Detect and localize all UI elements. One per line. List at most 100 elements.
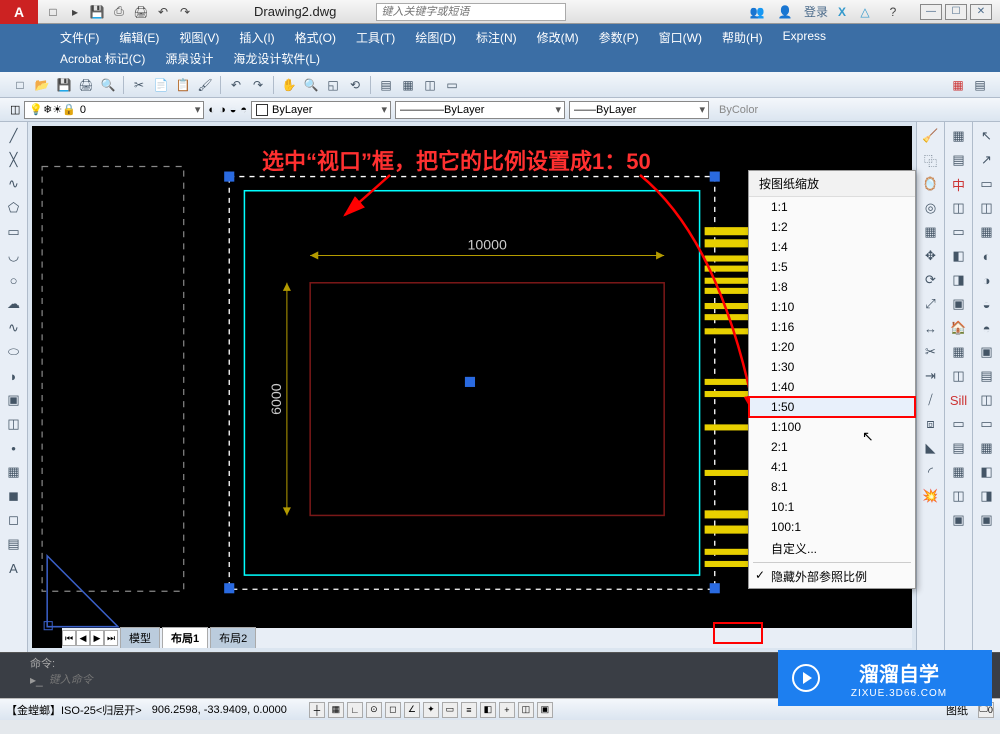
tab-nav-last[interactable]: ⏭ xyxy=(104,630,118,646)
scale-1-2[interactable]: 1:2 xyxy=(749,217,915,237)
scale-1-16[interactable]: 1:16 xyxy=(749,317,915,337)
c1-12[interactable]: Sill xyxy=(948,390,970,410)
mod-stretch[interactable]: ↔ xyxy=(920,318,942,338)
c2-7[interactable]: ◑ xyxy=(976,270,998,290)
mod-copy[interactable]: ⿻ xyxy=(920,150,942,170)
tool-table[interactable]: ▤ xyxy=(3,534,25,554)
c1-13[interactable]: ▭ xyxy=(948,414,970,434)
scale-1-30[interactable]: 1:30 xyxy=(749,357,915,377)
tb-new[interactable]: □ xyxy=(10,75,30,95)
tb-print[interactable]: 🖨 xyxy=(76,75,96,95)
mod-fillet[interactable]: ◜ xyxy=(920,462,942,482)
scale-1-10[interactable]: 1:10 xyxy=(749,297,915,317)
mod-break[interactable]: ⧸ xyxy=(920,390,942,410)
scale-1-40[interactable]: 1:40 xyxy=(749,377,915,397)
a360-icon[interactable]: △ xyxy=(856,3,874,21)
ducs-toggle[interactable]: ✦ xyxy=(423,702,439,718)
sc-toggle[interactable]: ◫ xyxy=(518,702,534,718)
tab-layout1[interactable]: 布局1 xyxy=(162,627,208,648)
tpy-toggle[interactable]: ◧ xyxy=(480,702,496,718)
c2-12[interactable]: ◫ xyxy=(976,390,998,410)
tb-tool[interactable]: ◫ xyxy=(420,75,440,95)
tb-orbit[interactable]: ⟲ xyxy=(345,75,365,95)
menu-edit[interactable]: 编辑(E) xyxy=(109,27,169,48)
tab-nav-prev[interactable]: ◀ xyxy=(76,630,90,646)
layer-props-icon[interactable]: ◫ xyxy=(10,103,20,116)
c2-15[interactable]: ◧ xyxy=(976,462,998,482)
tab-layout2[interactable]: 布局2 xyxy=(210,627,256,648)
c1-9[interactable]: 🏠 xyxy=(948,318,970,338)
c1-5[interactable]: ▭ xyxy=(948,222,970,242)
tb-match[interactable]: 🖌 xyxy=(195,75,215,95)
search-input[interactable] xyxy=(377,4,565,20)
help-icon[interactable]: ? xyxy=(884,3,902,21)
menu-file[interactable]: 文件(F) xyxy=(50,27,109,48)
c2-9[interactable]: ◓ xyxy=(976,318,998,338)
scale-1-20[interactable]: 1:20 xyxy=(749,337,915,357)
tool-ellipsearc[interactable]: ◗ xyxy=(3,366,25,386)
mod-scale[interactable]: ⤢ xyxy=(920,294,942,314)
undo-icon[interactable]: ↶ xyxy=(154,3,172,21)
tab-nav-first[interactable]: ⏮ xyxy=(62,630,76,646)
c2-13[interactable]: ▭ xyxy=(976,414,998,434)
tool-circle[interactable]: ○ xyxy=(3,270,25,290)
tb-zoom[interactable]: 🔍 xyxy=(301,75,321,95)
c2-6[interactable]: ◐ xyxy=(976,246,998,266)
scale-8-1[interactable]: 8:1 xyxy=(749,477,915,497)
scale-custom[interactable]: 自定义... xyxy=(749,537,915,560)
layer-combo[interactable]: 💡❄☀🔒 0 xyxy=(24,101,204,119)
tb-props[interactable]: ▤ xyxy=(376,75,396,95)
scale-1-5[interactable]: 1:5 xyxy=(749,257,915,277)
c1-3[interactable]: 中 xyxy=(948,174,970,194)
tab-model[interactable]: 模型 xyxy=(120,627,160,648)
tb-open[interactable]: 📂 xyxy=(32,75,52,95)
c1-8[interactable]: ▣ xyxy=(948,294,970,314)
tool-xline[interactable]: ╳ xyxy=(3,150,25,170)
close-button[interactable]: ✕ xyxy=(970,4,992,20)
grid-toggle[interactable]: ▦ xyxy=(328,702,344,718)
tab-nav-next[interactable]: ▶ xyxy=(90,630,104,646)
c2-1[interactable]: ↖ xyxy=(976,126,998,146)
c2-8[interactable]: ◒ xyxy=(976,294,998,314)
mod-rotate[interactable]: ⟳ xyxy=(920,270,942,290)
scale-1-50[interactable]: 1:50 xyxy=(749,397,915,417)
mod-join[interactable]: ⧈ xyxy=(920,414,942,434)
c2-2[interactable]: ↗ xyxy=(976,150,998,170)
c1-2[interactable]: ▤ xyxy=(948,150,970,170)
menu-tools[interactable]: 工具(T) xyxy=(346,27,405,48)
tb-undo[interactable]: ↶ xyxy=(226,75,246,95)
c2-16[interactable]: ◨ xyxy=(976,486,998,506)
tb-save[interactable]: 💾 xyxy=(54,75,74,95)
tool-arc[interactable]: ◡ xyxy=(3,246,25,266)
mod-chamfer[interactable]: ◣ xyxy=(920,438,942,458)
tb-cut[interactable]: ✂ xyxy=(129,75,149,95)
save-icon[interactable]: 💾 xyxy=(88,3,106,21)
tool-line[interactable]: ╱ xyxy=(3,126,25,146)
mod-extend[interactable]: ⇥ xyxy=(920,366,942,386)
layer-walk-icon[interactable]: ◓ xyxy=(240,104,247,116)
scale-1-1[interactable]: 1:1 xyxy=(749,197,915,217)
redo-icon[interactable]: ↷ xyxy=(176,3,194,21)
menu-insert[interactable]: 插入(I) xyxy=(229,27,284,48)
scale-100-1[interactable]: 100:1 xyxy=(749,517,915,537)
login-link[interactable]: 登录 xyxy=(804,3,828,20)
c2-4[interactable]: ◫ xyxy=(976,198,998,218)
layer-iso-icon[interactable]: ◐ xyxy=(208,104,215,116)
menu-format[interactable]: 格式(O) xyxy=(285,27,346,48)
tool-hatch[interactable]: ▦ xyxy=(3,462,25,482)
tool-revcloud[interactable]: ☁ xyxy=(3,294,25,314)
maximize-button[interactable]: ☐ xyxy=(945,4,967,20)
polar-toggle[interactable]: ⊙ xyxy=(366,702,382,718)
ortho-toggle[interactable]: ∟ xyxy=(347,702,363,718)
tool-ellipse[interactable]: ⬭ xyxy=(3,342,25,362)
tb-dwf[interactable]: ▤ xyxy=(970,75,990,95)
c2-10[interactable]: ▣ xyxy=(976,342,998,362)
menu-yuanquan[interactable]: 源泉设计 xyxy=(155,48,223,69)
linetype-combo[interactable]: ———— ByLayer xyxy=(395,101,565,119)
scale-2-1[interactable]: 2:1 xyxy=(749,437,915,457)
menu-window[interactable]: 窗口(W) xyxy=(649,27,712,48)
tb-copy[interactable]: 📄 xyxy=(151,75,171,95)
menu-param[interactable]: 参数(P) xyxy=(589,27,649,48)
open-icon[interactable]: ▸ xyxy=(66,3,84,21)
mod-mirror[interactable]: 🪞 xyxy=(920,174,942,194)
